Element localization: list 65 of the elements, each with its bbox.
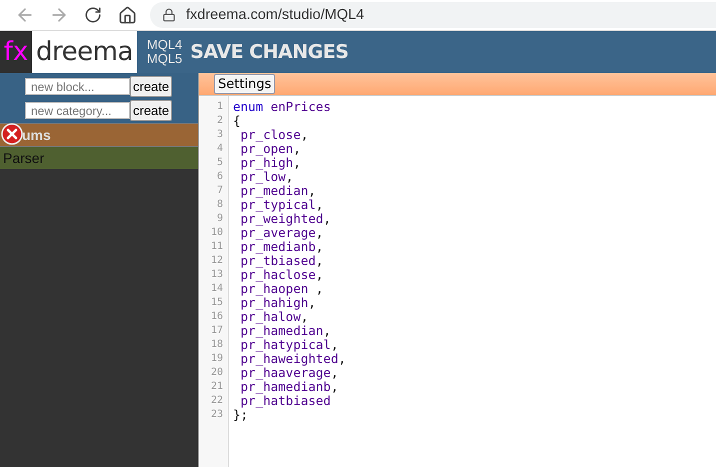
- code-line: pr_halow,: [240, 310, 310, 324]
- create-button[interactable]: create: [130, 100, 172, 121]
- code-line: pr_low,: [240, 170, 294, 184]
- name-field[interactable]: new category...: [25, 102, 130, 119]
- logo-text: dreema: [32, 31, 137, 73]
- logo-mark: fx: [0, 31, 32, 73]
- language-link[interactable]: MQL5: [146, 52, 182, 66]
- save-changes-button[interactable]: SAVE CHANGES: [190, 41, 348, 63]
- code-line: pr_haclose,: [240, 268, 324, 282]
- category-row[interactable]: Parser: [0, 146, 198, 169]
- line-number: 5: [216, 156, 224, 170]
- line-number: 9: [216, 212, 224, 226]
- line-number: 18: [210, 338, 224, 352]
- line-number: 3: [216, 128, 224, 142]
- code-line: pr_hamedian,: [240, 324, 332, 338]
- code-line: pr_medianb,: [240, 240, 324, 254]
- code-line: pr_hamedianb,: [240, 380, 340, 394]
- line-number: 1: [216, 100, 224, 114]
- create-button[interactable]: create: [130, 76, 172, 97]
- code-line: pr_hahigh,: [240, 296, 317, 310]
- name-field[interactable]: new block...: [25, 78, 130, 95]
- category-label: ums: [22, 127, 51, 143]
- code-line: pr_high,: [240, 156, 302, 170]
- category-label: Parser: [3, 150, 44, 166]
- reload-icon: [84, 6, 102, 24]
- code-line: {: [233, 114, 242, 128]
- line-number: 2: [216, 114, 224, 128]
- line-number: 21: [210, 380, 224, 394]
- language-link[interactable]: MQL4: [146, 38, 182, 52]
- code-line: pr_haopen ,: [240, 282, 324, 296]
- line-number: 20: [210, 366, 224, 380]
- line-number: 14: [210, 282, 224, 296]
- line-number: 15: [210, 296, 224, 310]
- lock-icon: [162, 8, 176, 22]
- line-number: 6: [216, 170, 224, 184]
- line-number: 4: [216, 142, 224, 156]
- line-number: 12: [210, 254, 224, 268]
- code-line: enum enPrices: [233, 100, 332, 114]
- code-line: pr_typical,: [240, 198, 324, 212]
- close-icon[interactable]: [1, 123, 23, 145]
- line-number: 22: [210, 394, 224, 408]
- settings-button[interactable]: Settings: [214, 74, 276, 94]
- code-line: pr_hatypical,: [240, 338, 340, 352]
- home-icon: [118, 6, 136, 24]
- code-line: pr_tbiased,: [240, 254, 324, 268]
- line-number: 8: [216, 198, 224, 212]
- code-line: pr_median,: [240, 184, 317, 198]
- line-number: 23: [210, 408, 224, 422]
- address-bar[interactable]: fxdreema.com/studio/MQL4: [150, 2, 716, 28]
- code-line: pr_weighted,: [240, 212, 332, 226]
- line-number: 19: [210, 352, 224, 366]
- code-line: pr_open,: [240, 142, 302, 156]
- line-number: 7: [216, 184, 224, 198]
- line-number: 13: [210, 268, 224, 282]
- code-line: pr_close,: [240, 128, 310, 142]
- code-line: pr_haaverage,: [240, 366, 340, 380]
- code-line: pr_hatbiased: [240, 394, 332, 408]
- line-number: 16: [210, 310, 224, 324]
- line-number: 10: [210, 226, 224, 240]
- code-line: pr_average,: [240, 226, 324, 240]
- code-line: };: [233, 408, 248, 422]
- category-row[interactable]: ums: [0, 123, 198, 146]
- line-number: 11: [210, 240, 224, 254]
- line-number: 17: [210, 324, 224, 338]
- code-line: pr_haweighted,: [240, 352, 346, 366]
